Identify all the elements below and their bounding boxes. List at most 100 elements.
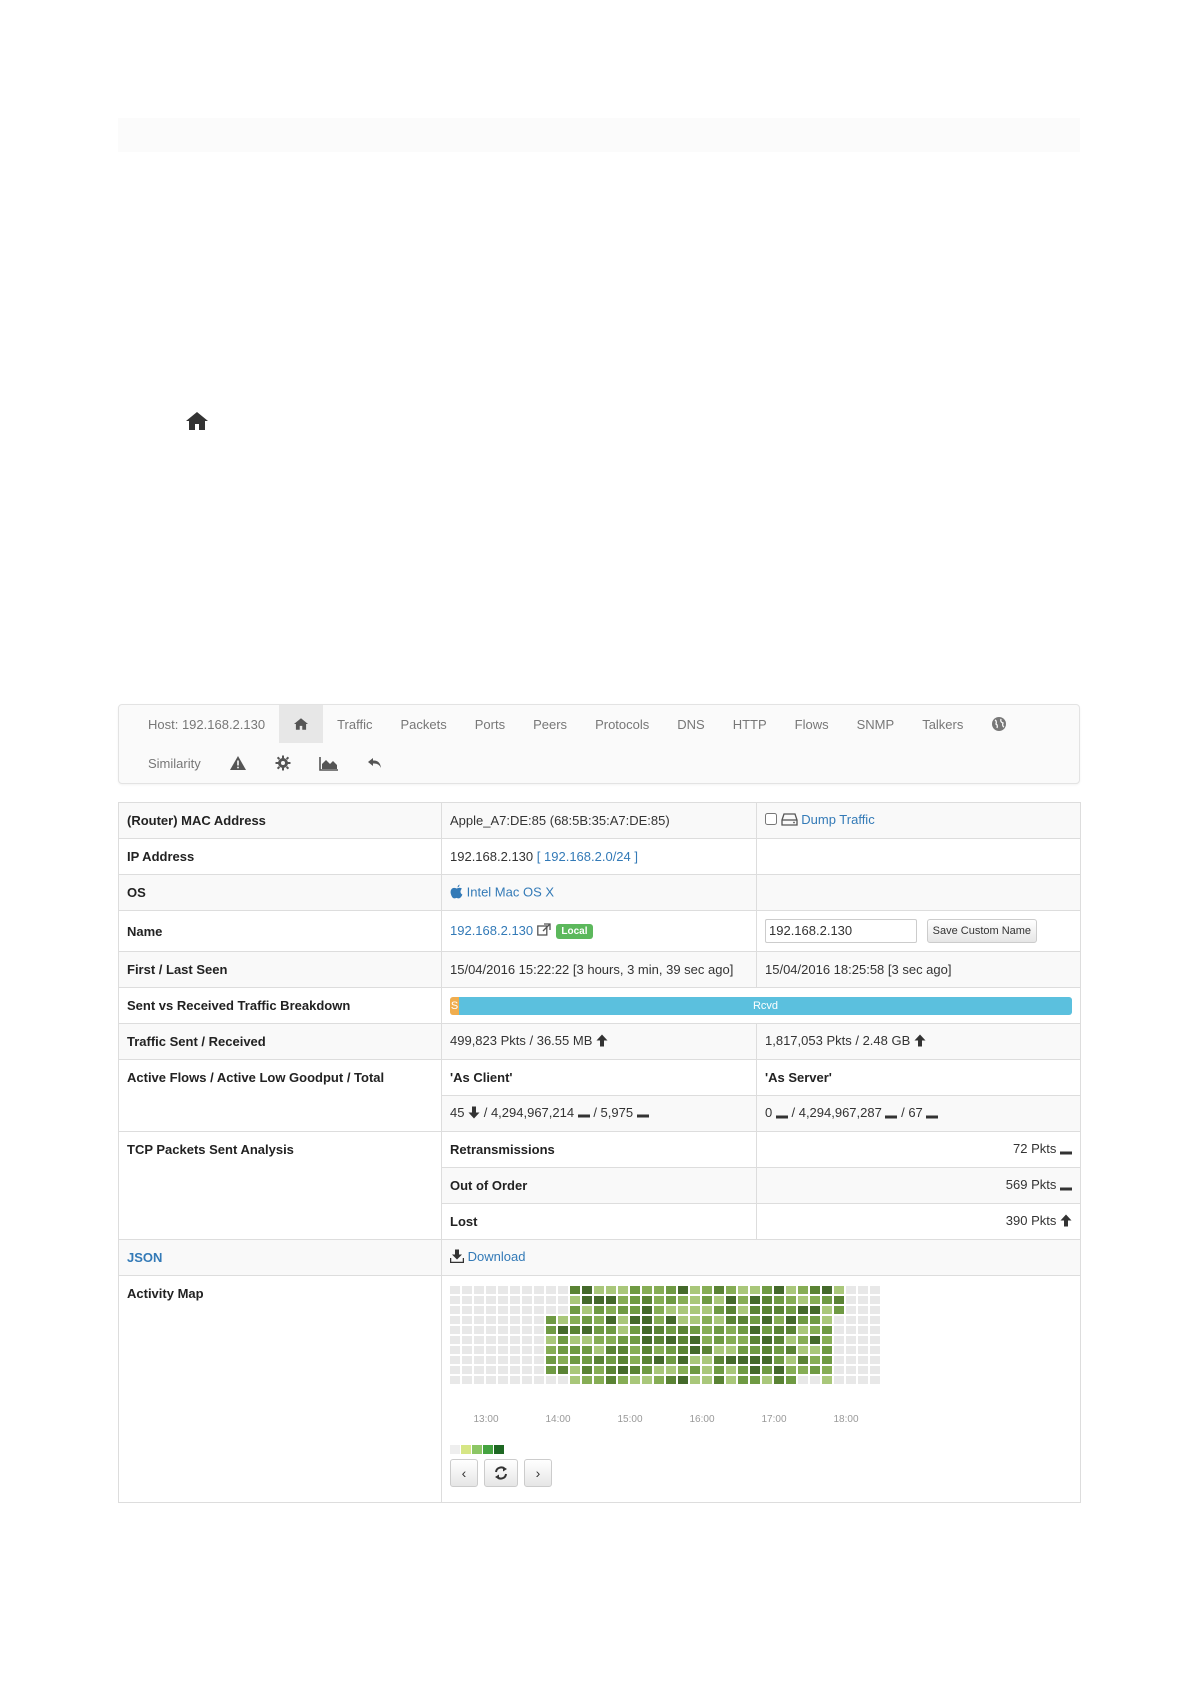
heatmap-cell[interactable] <box>534 1286 544 1294</box>
heatmap-cell[interactable] <box>534 1356 544 1364</box>
heatmap-cell[interactable] <box>606 1326 616 1334</box>
heatmap-cell[interactable] <box>774 1376 784 1384</box>
heatmap-cell[interactable] <box>726 1286 736 1294</box>
heatmap-cell[interactable] <box>750 1366 760 1374</box>
heatmap-cell[interactable] <box>738 1336 748 1344</box>
heatmap-cell[interactable] <box>798 1306 808 1314</box>
heatmap-cell[interactable] <box>498 1336 508 1344</box>
heatmap-cell[interactable] <box>618 1376 628 1384</box>
heatmap-cell[interactable] <box>870 1346 880 1354</box>
heatmap-cell[interactable] <box>774 1336 784 1344</box>
heatmap-cell[interactable] <box>846 1376 856 1384</box>
heatmap-cell[interactable] <box>762 1376 772 1384</box>
heatmap-cell[interactable] <box>870 1356 880 1364</box>
heatmap-cell[interactable] <box>582 1296 592 1304</box>
heatmap-cell[interactable] <box>726 1316 736 1324</box>
tab-talkers[interactable]: Talkers <box>908 705 977 743</box>
os-link[interactable]: Intel Mac OS X <box>467 884 554 899</box>
heatmap-cell[interactable] <box>834 1316 844 1324</box>
heatmap-cell[interactable] <box>582 1356 592 1364</box>
heatmap-cell[interactable] <box>474 1296 484 1304</box>
heatmap-cell[interactable] <box>702 1306 712 1314</box>
heatmap-cell[interactable] <box>546 1376 556 1384</box>
heatmap-cell[interactable] <box>594 1306 604 1314</box>
heatmap-cell[interactable] <box>570 1306 580 1314</box>
heatmap-cell[interactable] <box>750 1286 760 1294</box>
heatmap-cell[interactable] <box>750 1326 760 1334</box>
heatmap-cell[interactable] <box>858 1306 868 1314</box>
heatmap-cell[interactable] <box>726 1366 736 1374</box>
heatmap-cell[interactable] <box>606 1376 616 1384</box>
heatmap-cell[interactable] <box>642 1326 652 1334</box>
heatmap-cell[interactable] <box>474 1336 484 1344</box>
heatmap-cell[interactable] <box>786 1346 796 1354</box>
heatmap-cell[interactable] <box>786 1356 796 1364</box>
heatmap-cell[interactable] <box>474 1366 484 1374</box>
heatmap-cell[interactable] <box>582 1366 592 1374</box>
heatmap-cell[interactable] <box>714 1356 724 1364</box>
heatmap-cell[interactable] <box>474 1306 484 1314</box>
heatmap-cell[interactable] <box>738 1346 748 1354</box>
heatmap-cell[interactable] <box>630 1296 640 1304</box>
heatmap-cell[interactable] <box>738 1366 748 1374</box>
heatmap-cell[interactable] <box>726 1346 736 1354</box>
heatmap-cell[interactable] <box>654 1306 664 1314</box>
heatmap-cell[interactable] <box>738 1316 748 1324</box>
heatmap-cell[interactable] <box>630 1306 640 1314</box>
heatmap-cell[interactable] <box>546 1306 556 1314</box>
heatmap-cell[interactable] <box>834 1346 844 1354</box>
heatmap-cell[interactable] <box>618 1346 628 1354</box>
heatmap-cell[interactable] <box>486 1316 496 1324</box>
heatmap-cell[interactable] <box>546 1296 556 1304</box>
heatmap-cell[interactable] <box>546 1316 556 1324</box>
heatmap-cell[interactable] <box>498 1306 508 1314</box>
heatmap-cell[interactable] <box>534 1366 544 1374</box>
heatmap-cell[interactable] <box>450 1376 460 1384</box>
heatmap-cell[interactable] <box>738 1376 748 1384</box>
heatmap-cell[interactable] <box>522 1366 532 1374</box>
heatmap-cell[interactable] <box>810 1296 820 1304</box>
heatmap-cell[interactable] <box>762 1336 772 1344</box>
heatmap-cell[interactable] <box>606 1356 616 1364</box>
heatmap-cell[interactable] <box>594 1316 604 1324</box>
heatmap-cell[interactable] <box>450 1326 460 1334</box>
heatmap-cell[interactable] <box>690 1316 700 1324</box>
heatmap-cell[interactable] <box>798 1296 808 1304</box>
heatmap-cell[interactable] <box>486 1356 496 1364</box>
heatmap-cell[interactable] <box>762 1326 772 1334</box>
heatmap-cell[interactable] <box>774 1296 784 1304</box>
heatmap-cell[interactable] <box>510 1336 520 1344</box>
heatmap-cell[interactable] <box>762 1306 772 1314</box>
heatmap-cell[interactable] <box>738 1306 748 1314</box>
heatmap-cell[interactable] <box>822 1296 832 1304</box>
heatmap-cell[interactable] <box>582 1316 592 1324</box>
dump-checkbox[interactable] <box>765 813 777 828</box>
heatmap-cell[interactable] <box>798 1356 808 1364</box>
heatmap-cell[interactable] <box>858 1336 868 1344</box>
heatmap-cell[interactable] <box>870 1366 880 1374</box>
heatmap-cell[interactable] <box>702 1296 712 1304</box>
heatmap-cell[interactable] <box>522 1376 532 1384</box>
heatmap-cell[interactable] <box>846 1336 856 1344</box>
heatmap-cell[interactable] <box>510 1316 520 1324</box>
heatmap-cell[interactable] <box>666 1366 676 1374</box>
heatmap-cell[interactable] <box>474 1376 484 1384</box>
heatmap-cell[interactable] <box>546 1336 556 1344</box>
heatmap-cell[interactable] <box>654 1316 664 1324</box>
heatmap-cell[interactable] <box>474 1326 484 1334</box>
heatmap-cell[interactable] <box>846 1356 856 1364</box>
heatmap-cell[interactable] <box>726 1356 736 1364</box>
heatmap-cell[interactable] <box>570 1326 580 1334</box>
heatmap-cell[interactable] <box>582 1336 592 1344</box>
heatmap-cell[interactable] <box>702 1286 712 1294</box>
heatmap-cell[interactable] <box>822 1336 832 1344</box>
heatmap-cell[interactable] <box>474 1356 484 1364</box>
heatmap-cell[interactable] <box>606 1306 616 1314</box>
heatmap-cell[interactable] <box>786 1306 796 1314</box>
heatmap-cell[interactable] <box>558 1336 568 1344</box>
heatmap-cell[interactable] <box>486 1296 496 1304</box>
heatmap-cell[interactable] <box>714 1376 724 1384</box>
heatmap-cell[interactable] <box>834 1366 844 1374</box>
heatmap-cell[interactable] <box>618 1366 628 1374</box>
heatmap-cell[interactable] <box>858 1316 868 1324</box>
